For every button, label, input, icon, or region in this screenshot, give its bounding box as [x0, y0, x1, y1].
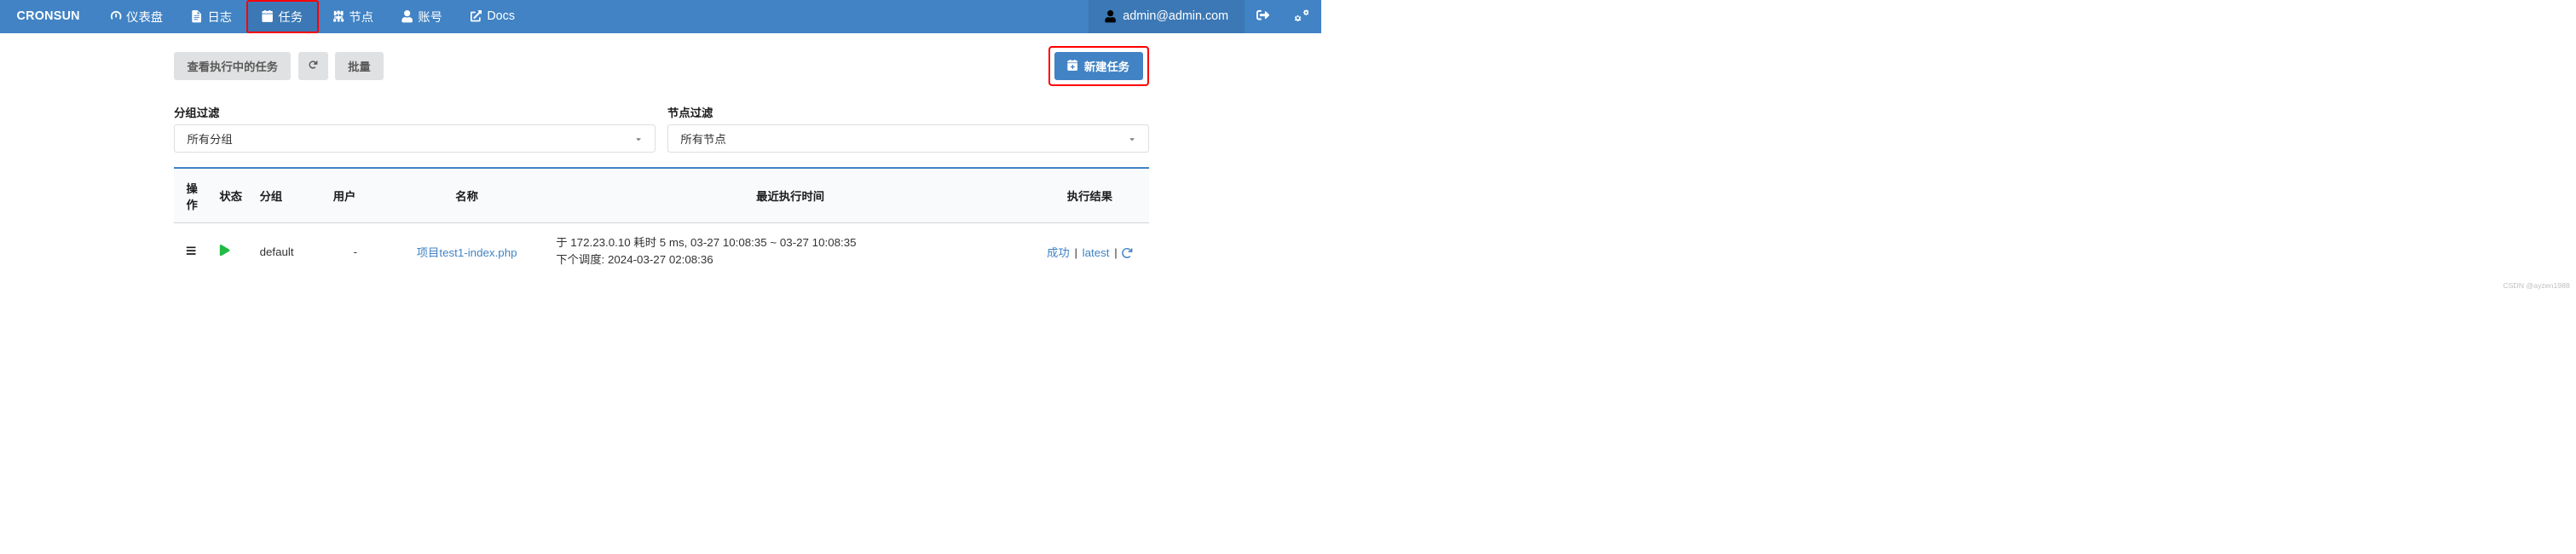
- nav-nodes-label: 节点: [349, 8, 373, 26]
- th-group: 分组: [253, 169, 326, 222]
- nav-logs-label: 日志: [207, 8, 232, 26]
- th-op: 操作: [174, 169, 213, 222]
- sign-out-icon: [1256, 9, 1269, 25]
- user-menu[interactable]: admin@admin.com: [1089, 0, 1244, 33]
- th-name: 名称: [384, 169, 550, 222]
- cogs-icon: [1294, 9, 1308, 25]
- table-row: default - 项目test1-index.php 于 172.23.0.1…: [174, 222, 1149, 280]
- table-header-row: 操作 状态 分组 用户 名称 最近执行时间 执行结果: [174, 169, 1149, 222]
- batch-button[interactable]: 批量: [335, 52, 384, 80]
- batch-label: 批量: [348, 58, 371, 74]
- pipe-separator: |: [1072, 246, 1082, 259]
- brand-logo: CRONSUN: [0, 9, 95, 23]
- th-status: 状态: [213, 169, 253, 222]
- group-filter-label: 分组过滤: [174, 104, 656, 120]
- th-time: 最近执行时间: [550, 169, 1031, 222]
- toolbar: 查看执行中的任务 批量 新建任务: [174, 46, 1149, 86]
- view-running-tasks-label: 查看执行中的任务: [187, 58, 278, 74]
- nav-tasks-label: 任务: [278, 8, 303, 26]
- bars-icon[interactable]: [186, 245, 196, 258]
- node-filter: 节点过滤 所有节点: [667, 104, 1149, 153]
- nav-logs[interactable]: 日志: [177, 0, 246, 33]
- create-task-button[interactable]: 新建任务: [1054, 52, 1143, 80]
- logout-button[interactable]: [1245, 0, 1282, 33]
- group-filter-value: 所有分组: [187, 130, 232, 147]
- result-status-link[interactable]: 成功: [1047, 246, 1070, 259]
- node-filter-dropdown[interactable]: 所有节点: [667, 124, 1149, 153]
- caret-down-icon: [635, 132, 642, 145]
- result-latest-link[interactable]: latest: [1083, 246, 1110, 259]
- calendar-icon: [262, 10, 274, 22]
- play-icon[interactable]: [219, 245, 230, 258]
- refresh-button[interactable]: [298, 52, 328, 80]
- last-exec-line2: 下个调度: 2024-03-27 02:08:36: [556, 251, 1025, 268]
- group-filter: 分组过滤 所有分组: [174, 104, 656, 153]
- cell-group: default: [253, 222, 326, 280]
- tasks-table-wrap: 操作 状态 分组 用户 名称 最近执行时间 执行结果: [174, 167, 1149, 280]
- th-result: 执行结果: [1031, 169, 1148, 222]
- caret-down-icon: [1129, 132, 1135, 145]
- nav-dashboard-label: 仪表盘: [126, 8, 163, 26]
- tasks-table: 操作 状态 分组 用户 名称 最近执行时间 执行结果: [174, 169, 1149, 280]
- nav-docs[interactable]: Docs: [456, 0, 528, 33]
- user-icon: [401, 10, 413, 22]
- node-filter-value: 所有节点: [680, 130, 725, 147]
- pipe-separator: |: [1112, 246, 1122, 259]
- filters: 分组过滤 所有分组 节点过滤 所有节点: [174, 104, 1149, 153]
- view-running-tasks-button[interactable]: 查看执行中的任务: [174, 52, 291, 80]
- task-name-link[interactable]: 项目test1-index.php: [417, 246, 517, 259]
- nav-tasks[interactable]: 任务: [246, 0, 319, 33]
- nav-account[interactable]: 账号: [387, 0, 456, 33]
- settings-button[interactable]: [1282, 0, 1321, 33]
- nav-docs-label: Docs: [487, 9, 515, 23]
- calendar-plus-icon: [1067, 60, 1077, 73]
- top-navigation: CRONSUN 仪表盘 日志 任务 节点 账号 Docs: [0, 0, 1321, 33]
- file-icon: [191, 10, 203, 22]
- watermark: CSDN @ayzen1988: [2503, 281, 2570, 290]
- group-filter-dropdown[interactable]: 所有分组: [174, 124, 656, 153]
- node-filter-label: 节点过滤: [667, 104, 1149, 120]
- nav-dashboard[interactable]: 仪表盘: [95, 0, 176, 33]
- nav-nodes[interactable]: 节点: [319, 0, 388, 33]
- nav-account-label: 账号: [418, 8, 442, 26]
- th-user: 用户: [327, 169, 384, 222]
- main-content: 查看执行中的任务 批量 新建任务 分组过滤 所有分组: [0, 33, 1321, 280]
- dashboard-icon: [110, 10, 122, 22]
- cell-user: -: [327, 222, 384, 280]
- nav-right: admin@admin.com: [1089, 0, 1320, 33]
- create-task-label: 新建任务: [1084, 58, 1129, 74]
- user-email: admin@admin.com: [1123, 9, 1228, 23]
- create-task-highlight: 新建任务: [1048, 46, 1149, 86]
- last-exec-line1: 于 172.23.0.10 耗时 5 ms, 03-27 10:08:35 ~ …: [556, 234, 1025, 251]
- external-link-icon: [471, 10, 482, 22]
- refresh-icon: [307, 59, 319, 73]
- sitemap-icon: [332, 10, 344, 22]
- user-icon: [1105, 10, 1117, 22]
- reload-icon[interactable]: [1122, 248, 1132, 258]
